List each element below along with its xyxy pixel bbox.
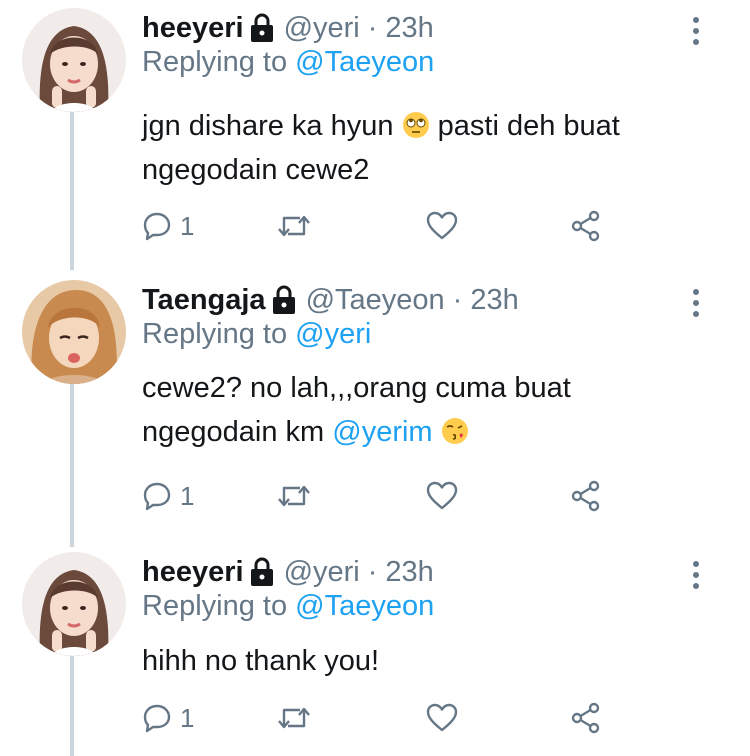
reply-count: 1 [180,480,195,511]
replying-to-line: Replying to @yeri [142,318,371,351]
lock-icon [250,13,274,43]
retweet-icon [278,215,310,237]
rolling-eyes-emoji [402,108,430,138]
avatar-image [22,552,126,656]
user-handle[interactable]: @yeri [284,556,360,589]
like-button[interactable] [426,698,458,738]
heart-icon [426,703,458,732]
avatar[interactable] [22,280,126,384]
display-name[interactable]: Taengaja [142,284,266,317]
separator-dot: · [367,11,378,44]
user-mention-link[interactable]: @yerim [332,416,432,448]
retweet-button[interactable] [276,698,312,738]
reply-icon [143,704,171,733]
display-name[interactable]: heeyeri [142,12,244,45]
share-icon [571,480,600,512]
reply-count: 1 [180,210,195,241]
timestamp[interactable]: 23h [385,12,433,45]
avatar-image [22,8,126,112]
replying-to-mention[interactable]: @Taeyeon [295,46,434,78]
replying-to-mention[interactable]: @yeri [295,318,371,350]
replying-to-line: Replying to @Taeyeon [142,590,434,623]
reply-button[interactable]: 1 [142,476,194,516]
avatar-image [22,280,126,384]
tweet-text: hihh no thank you! [142,639,379,683]
lock-icon [272,285,296,315]
tweet-header: heeyeri @yeri · 23h [142,8,434,48]
heart-icon [426,481,458,510]
reply-icon [143,212,171,241]
more-options-icon[interactable] [686,16,706,46]
share-icon [571,702,600,734]
tweet-text-part: jgn dishare ka hyun [142,110,394,142]
timestamp[interactable]: 23h [470,284,518,317]
like-button[interactable] [426,206,458,246]
share-button[interactable] [570,206,602,246]
replying-to-mention[interactable]: @Taeyeon [295,590,434,622]
avatar[interactable] [22,552,126,656]
thread-connector-line [70,655,74,756]
tweet-text: jgn dishare ka hyun pasti deh buat ngego… [142,104,620,192]
retweet-icon [278,485,310,507]
kissing-face-emoji [441,414,469,444]
more-options-icon[interactable] [686,560,706,590]
replying-to-line: Replying to @Taeyeon [142,46,434,79]
tweet-text-part: pasti deh buat [437,110,620,142]
retweet-icon [278,707,310,729]
share-icon [571,210,600,242]
separator-dot: · [452,283,463,316]
tweet-actions: 1 [142,206,622,246]
tweet-text: cewe2? no lah,,,orang cuma buat ngegodai… [142,366,571,454]
tweet-text-part: ngegodain km [142,416,325,448]
user-handle[interactable]: @Taeyeon [306,284,445,317]
tweet-text-line: hihh no thank you! [142,645,380,677]
share-button[interactable] [570,476,602,516]
tweet-header: Taengaja @Taeyeon · 23h [142,280,519,320]
reply-count: 1 [180,702,195,733]
share-button[interactable] [570,698,602,738]
thread-connector-line [70,110,74,270]
thread-connector-line [70,382,74,547]
tweet-text-line: ngegodain cewe2 [142,154,370,186]
replying-to-label: Replying to [142,318,288,350]
like-button[interactable] [426,476,458,516]
retweet-button[interactable] [276,206,312,246]
tweet-actions: 1 [142,476,622,516]
replying-to-label: Replying to [142,590,288,622]
user-handle[interactable]: @yeri [284,12,360,45]
reply-icon [143,482,171,511]
more-options-icon[interactable] [686,288,706,318]
lock-icon [250,557,274,587]
replying-to-label: Replying to [142,46,288,78]
separator-dot: · [367,555,378,588]
tweet-actions: 1 [142,698,622,738]
avatar[interactable] [22,8,126,112]
timestamp[interactable]: 23h [385,556,433,589]
tweet-text-line: cewe2? no lah,,,orang cuma buat [142,372,571,404]
heart-icon [426,211,458,240]
reply-button[interactable]: 1 [142,206,194,246]
reply-button[interactable]: 1 [142,698,194,738]
retweet-button[interactable] [276,476,312,516]
tweet-header: heeyeri @yeri · 23h [142,552,434,592]
display-name[interactable]: heeyeri [142,556,244,589]
